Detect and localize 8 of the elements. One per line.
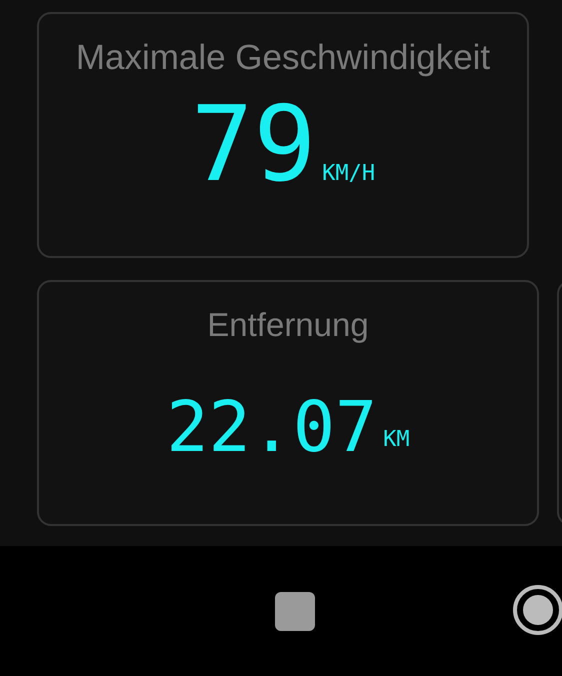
card-title: Maximale Geschwindigkeit — [76, 38, 490, 78]
unit-label: KM — [383, 427, 410, 452]
unit-label: KM/H — [322, 161, 376, 186]
reading-value: 22.07 — [166, 392, 378, 462]
reading-value: 79 — [190, 92, 316, 196]
home-icon[interactable] — [512, 584, 562, 636]
card-title: Entfernung — [207, 306, 369, 344]
recents-button[interactable] — [275, 592, 315, 631]
